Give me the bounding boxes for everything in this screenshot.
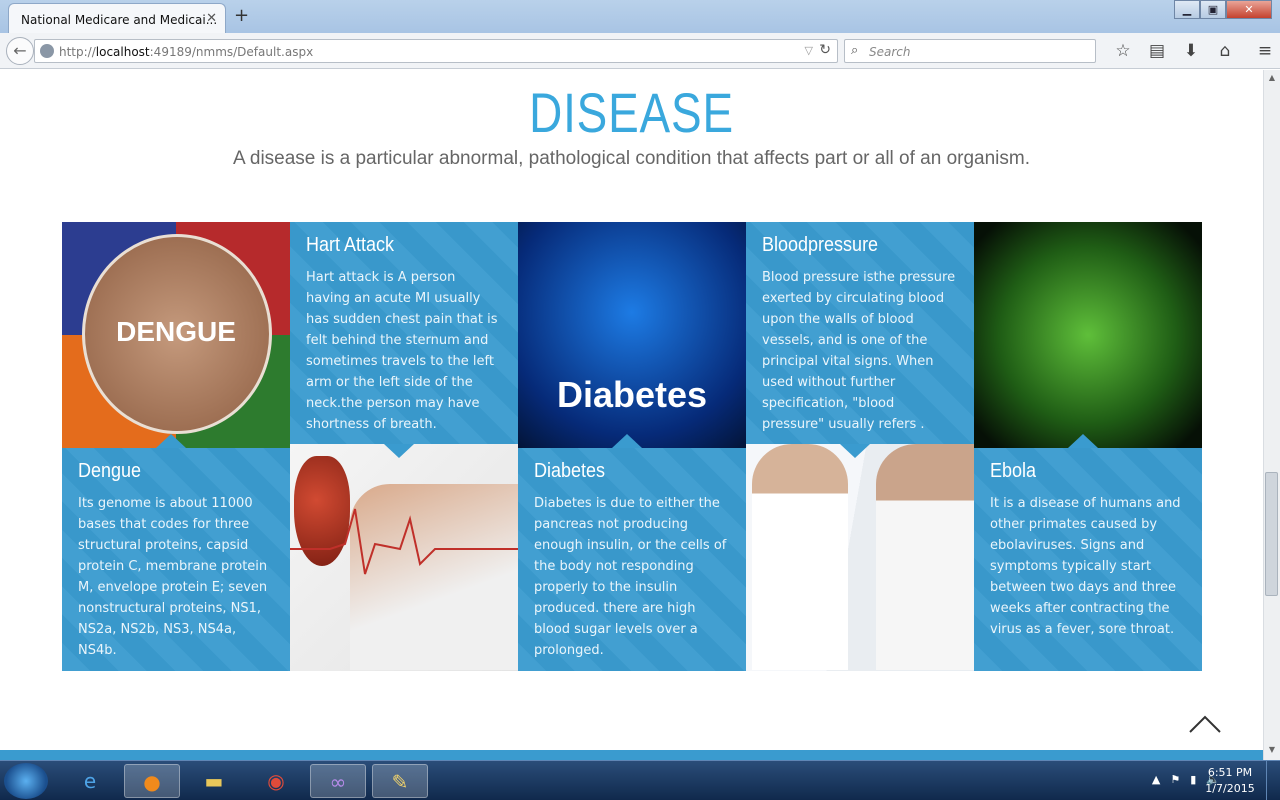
disease-description: Its genome is about 11000 bases that cod… [78,496,268,658]
minimize-button[interactable]: ▁ [1174,0,1200,19]
chrome-icon[interactable]: ◉ [248,764,304,798]
show-hidden-icons-icon[interactable]: ▲ [1152,773,1160,786]
windows-taskbar: e ● ▬ ◉ ∞ ✎ ▲ ⚑ ▮ 🔈 6:51 PM 1/7/2015 [0,760,1280,800]
disease-title: Ebola [990,460,1037,482]
heart-attack-image [290,444,518,671]
firefox-icon[interactable]: ● [124,764,180,798]
disease-card-ebola: Ebola It is a disease of humans and othe… [974,434,1202,671]
disease-description: Diabetes is due to either the pancreas n… [534,496,727,658]
search-input[interactable]: ⌕ Search [844,39,1096,63]
disease-description: It is a disease of humans and other prim… [990,496,1181,637]
window-controls: ▁ ▣ ✕ [1174,0,1272,19]
pointer-arrow [384,444,414,458]
navigation-toolbar: ← http://localhost:49189/nmms/Default.as… [0,33,1280,69]
disease-title: Diabetes [534,460,606,482]
url-host: localhost [95,45,150,59]
toolbar-icons: ☆ ▤ ⬇ ⌂ ≡ [1106,41,1280,61]
start-button[interactable] [4,763,48,799]
action-center-flag-icon[interactable]: ⚑ [1170,773,1180,786]
back-arrow-icon: ← [13,41,27,60]
doctor-image [752,444,848,670]
home-icon[interactable]: ⌂ [1208,41,1242,61]
ebola-image [974,222,1202,448]
disease-card-diabetes: Diabetes Diabetes is due to either the p… [518,434,746,671]
visual-studio-icon[interactable]: ∞ [310,764,366,798]
disease-title: Dengue [78,460,142,482]
disease-description: Blood pressure isthe pressure exerted by… [762,270,956,432]
disease-card-bloodpressure: Bloodpressure Blood pressure isthe press… [746,222,974,458]
url-path: :49189/nmms/Default.aspx [149,45,314,59]
back-to-top-icon[interactable] [1188,714,1222,734]
patient-image [876,444,974,670]
disease-title: Bloodpressure [762,234,879,256]
clock-date: 1/7/2015 [1205,782,1255,795]
diabetes-image-label: Diabetes [556,374,708,415]
pointer-arrow [612,434,642,448]
bookmark-star-icon[interactable]: ☆ [1106,41,1140,61]
download-icon[interactable]: ⬇ [1174,41,1208,61]
maximize-button[interactable]: ▣ [1200,0,1226,19]
browser-tab[interactable]: National Medicare and Medicai... ✕ [8,3,226,33]
taskbar-clock[interactable]: 6:51 PM 1/7/2015 [1196,765,1264,797]
disease-title: Hart Attack [306,234,395,256]
reading-list-icon[interactable]: ▤ [1140,41,1174,61]
disease-card-dengue: Dengue Its genome is about 11000 bases t… [62,434,290,671]
pointer-arrow [840,444,870,458]
reload-icon[interactable]: ↻ [819,42,831,58]
ecg-line [290,508,518,575]
back-button[interactable]: ← [6,37,34,65]
page-content: DISEASE A disease is a particular abnorm… [0,70,1263,750]
search-icon: ⌕ [851,43,859,58]
globe-icon [40,44,54,58]
footer-strip [0,750,1263,760]
file-explorer-icon[interactable]: ▬ [186,764,242,798]
search-placeholder: Search [869,45,911,59]
disease-description: Hart attack is A person having an acute … [306,270,498,432]
browser-titlebar: National Medicare and Medicai... ✕ + ▁ ▣… [0,0,1280,33]
pointer-arrow [156,434,186,448]
pointer-arrow [1068,434,1098,448]
tab-title: National Medicare and Medicai... [21,13,218,27]
close-window-button[interactable]: ✕ [1226,0,1272,19]
scrollbar-thumb[interactable] [1265,472,1278,596]
page-subtitle: A disease is a particular abnormal, path… [232,148,1031,169]
scrollbar[interactable] [1263,70,1280,760]
show-desktop-button[interactable] [1266,761,1280,800]
paint-icon[interactable]: ✎ [372,764,428,798]
dengue-image: DENGUE [62,222,290,448]
disease-card-hart-attack: Hart Attack Hart attack is A person havi… [290,222,518,458]
url-bar[interactable]: http://localhost:49189/nmms/Default.aspx… [34,39,838,63]
blood-pressure-image [746,444,974,671]
dengue-image-label: DENGUE [116,316,236,347]
scroll-down-icon[interactable]: ▼ [1266,745,1278,757]
internet-explorer-icon[interactable]: e [62,764,118,798]
url-prefix: http:// [59,45,96,59]
disease-grid: DENGUE Hart Attack Hart attack is A pers… [62,222,1202,671]
menu-icon[interactable]: ≡ [1248,41,1280,61]
page-title: DISEASE [529,81,734,144]
clock-time: 6:51 PM [1207,766,1253,779]
tab-close-icon[interactable]: ✕ [206,11,217,26]
diabetes-image: Diabetes [518,222,746,448]
dropdown-arrow-icon[interactable]: ▽ [805,44,813,57]
scroll-up-icon[interactable]: ▲ [1266,73,1278,85]
new-tab-button[interactable]: + [234,5,249,26]
